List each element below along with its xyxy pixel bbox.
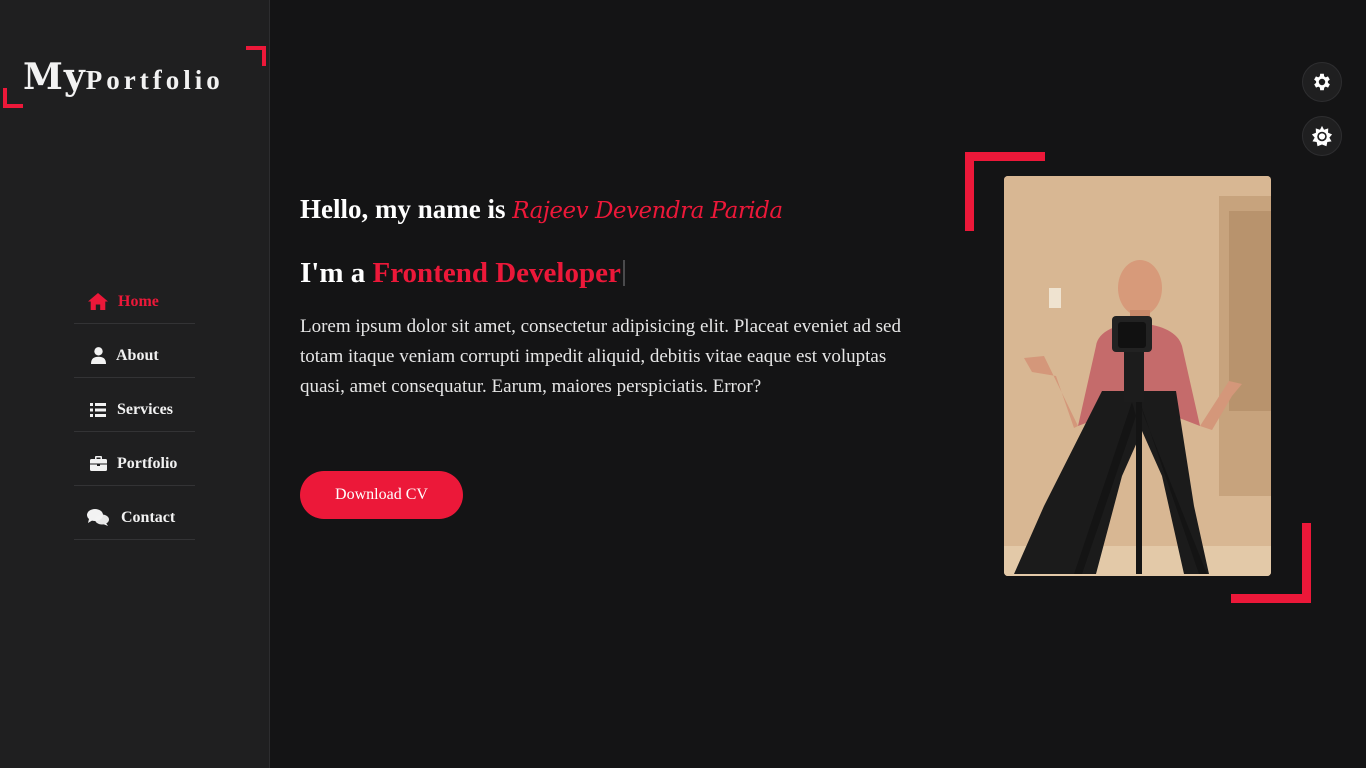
typing-cursor xyxy=(622,260,625,286)
nav-label-portfolio: Portfolio xyxy=(117,454,178,472)
logo-corner-top-right xyxy=(246,46,266,66)
download-cv-button[interactable]: Download CV xyxy=(300,471,463,519)
logo-corner-bottom-left xyxy=(3,88,23,108)
nav-item-contact[interactable]: Contact xyxy=(74,486,195,540)
logo[interactable]: MyPortfolio xyxy=(3,46,266,108)
nav-item-home[interactable]: Home xyxy=(74,270,195,324)
profile-photo-frame xyxy=(965,152,1311,603)
nav-label-about: About xyxy=(116,346,159,364)
intro-description: Lorem ipsum dolor sit amet, consectetur … xyxy=(300,316,901,397)
nav-item-about[interactable]: About xyxy=(74,324,195,378)
list-icon xyxy=(87,401,109,419)
day-night-toggle-button[interactable] xyxy=(1302,116,1342,156)
main-nav: Home About Services Portfolio Contact xyxy=(74,270,195,540)
greeting-line: Hello, my name is Rajeev Devendra Parida xyxy=(300,194,783,225)
role-line: I'm a Frontend Developer xyxy=(300,257,625,290)
home-icon xyxy=(87,293,109,311)
nav-label-home: Home xyxy=(118,292,159,310)
logo-suffix: Portfolio xyxy=(85,65,224,95)
role-typed-text: Frontend Developer xyxy=(372,257,621,289)
comments-icon xyxy=(87,509,109,527)
sidebar: MyPortfolio Home About Services Portfoli… xyxy=(0,0,270,768)
gear-icon xyxy=(1311,71,1333,93)
briefcase-icon xyxy=(87,455,109,473)
logo-prefix: My xyxy=(23,56,86,98)
nav-item-portfolio[interactable]: Portfolio xyxy=(74,432,195,486)
home-section: Hello, my name is Rajeev Devendra Parida… xyxy=(270,0,1366,768)
person-name: Rajeev Devendra Parida xyxy=(512,198,783,224)
role-prefix: I'm a xyxy=(300,257,366,289)
logo-text: MyPortfolio xyxy=(23,56,224,98)
sun-icon xyxy=(1311,125,1333,147)
profile-photo xyxy=(1004,176,1271,576)
greeting-text: Hello, my name is xyxy=(300,194,506,224)
nav-label-services: Services xyxy=(117,400,173,418)
nav-label-contact: Contact xyxy=(121,508,176,526)
nav-item-services[interactable]: Services xyxy=(74,378,195,432)
style-switcher-button[interactable] xyxy=(1302,62,1342,102)
user-icon xyxy=(87,347,109,365)
